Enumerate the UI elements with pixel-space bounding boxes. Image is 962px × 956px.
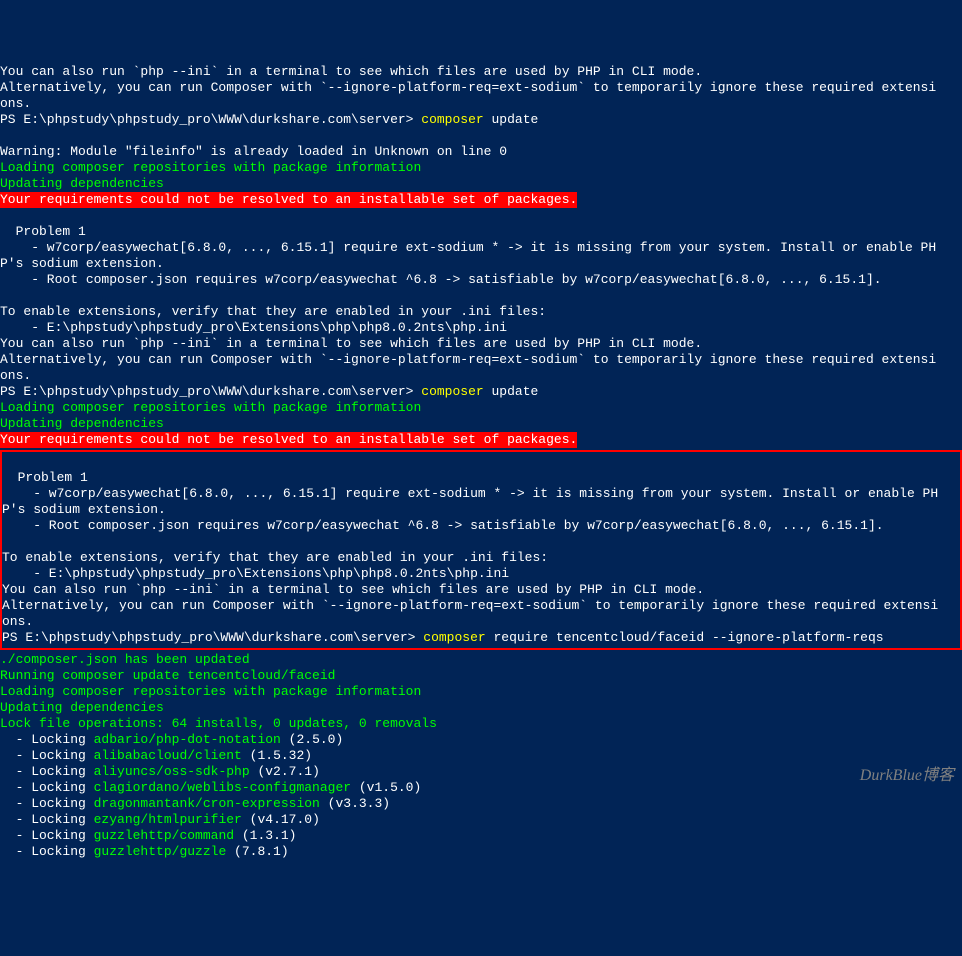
- terminal-line: [0, 288, 962, 304]
- terminal-line: [2, 454, 960, 470]
- terminal-line: Alternatively, you can run Composer with…: [0, 352, 962, 368]
- terminal-line: [2, 534, 960, 550]
- terminal-line: Loading composer repositories with packa…: [0, 160, 962, 176]
- terminal-line: PS E:\phpstudy\phpstudy_pro\WWW\durkshar…: [0, 112, 962, 128]
- terminal-line: ons.: [0, 368, 962, 384]
- terminal-line: You can also run `php --ini` in a termin…: [0, 64, 962, 80]
- terminal-line: - w7corp/easywechat[6.8.0, ..., 6.15.1] …: [0, 240, 962, 256]
- terminal-output: You can also run `php --ini` in a termin…: [0, 64, 962, 860]
- terminal-line: You can also run `php --ini` in a termin…: [0, 336, 962, 352]
- terminal-line: - Locking clagiordano/weblibs-configmana…: [0, 780, 962, 796]
- terminal-line: PS E:\phpstudy\phpstudy_pro\WWW\durkshar…: [2, 630, 960, 646]
- terminal-line: You can also run `php --ini` in a termin…: [2, 582, 960, 598]
- terminal-line: ons.: [0, 96, 962, 112]
- terminal-line: Alternatively, you can run Composer with…: [2, 598, 960, 614]
- terminal-line: Updating dependencies: [0, 176, 962, 192]
- terminal-line: Problem 1: [0, 224, 962, 240]
- terminal-line: P's sodium extension.: [0, 256, 962, 272]
- terminal-line: [0, 208, 962, 224]
- terminal-line: Your requirements could not be resolved …: [0, 192, 962, 208]
- terminal-line: Loading composer repositories with packa…: [0, 400, 962, 416]
- terminal-line: Running composer update tencentcloud/fac…: [0, 668, 962, 684]
- terminal-line: - Root composer.json requires w7corp/eas…: [0, 272, 962, 288]
- terminal-line: - Locking dragonmantank/cron-expression …: [0, 796, 962, 812]
- terminal-line: ons.: [2, 614, 960, 630]
- terminal-line: Alternatively, you can run Composer with…: [0, 80, 962, 96]
- terminal-line: To enable extensions, verify that they a…: [0, 304, 962, 320]
- terminal-line: - Locking guzzlehttp/command (1.3.1): [0, 828, 962, 844]
- terminal-line: - E:\phpstudy\phpstudy_pro\Extensions\ph…: [2, 566, 960, 582]
- terminal-line: Problem 1: [2, 470, 960, 486]
- terminal-line: Loading composer repositories with packa…: [0, 684, 962, 700]
- terminal-line: - Locking adbario/php-dot-notation (2.5.…: [0, 732, 962, 748]
- terminal-line: Warning: Module "fileinfo" is already lo…: [0, 144, 962, 160]
- terminal-line: PS E:\phpstudy\phpstudy_pro\WWW\durkshar…: [0, 384, 962, 400]
- terminal-line: - Locking ezyang/htmlpurifier (v4.17.0): [0, 812, 962, 828]
- terminal-line: - E:\phpstudy\phpstudy_pro\Extensions\ph…: [0, 320, 962, 336]
- terminal-line: Updating dependencies: [0, 700, 962, 716]
- terminal-line: - Locking guzzlehttp/guzzle (7.8.1): [0, 844, 962, 860]
- terminal-line: - w7corp/easywechat[6.8.0, ..., 6.15.1] …: [2, 486, 960, 502]
- terminal-line: - Root composer.json requires w7corp/eas…: [2, 518, 960, 534]
- highlighted-error-box: Problem 1 - w7corp/easywechat[6.8.0, ...…: [0, 450, 962, 650]
- terminal-line: [0, 128, 962, 144]
- terminal-line: Lock file operations: 64 installs, 0 upd…: [0, 716, 962, 732]
- terminal-line: Updating dependencies: [0, 416, 962, 432]
- terminal-line: Your requirements could not be resolved …: [0, 432, 962, 448]
- terminal-line: To enable extensions, verify that they a…: [2, 550, 960, 566]
- terminal-line: - Locking aliyuncs/oss-sdk-php (v2.7.1): [0, 764, 962, 780]
- terminal-line: P's sodium extension.: [2, 502, 960, 518]
- terminal-line: ./composer.json has been updated: [0, 652, 962, 668]
- terminal-line: - Locking alibabacloud/client (1.5.32): [0, 748, 962, 764]
- watermark-text: DurkBlue博客: [860, 768, 954, 784]
